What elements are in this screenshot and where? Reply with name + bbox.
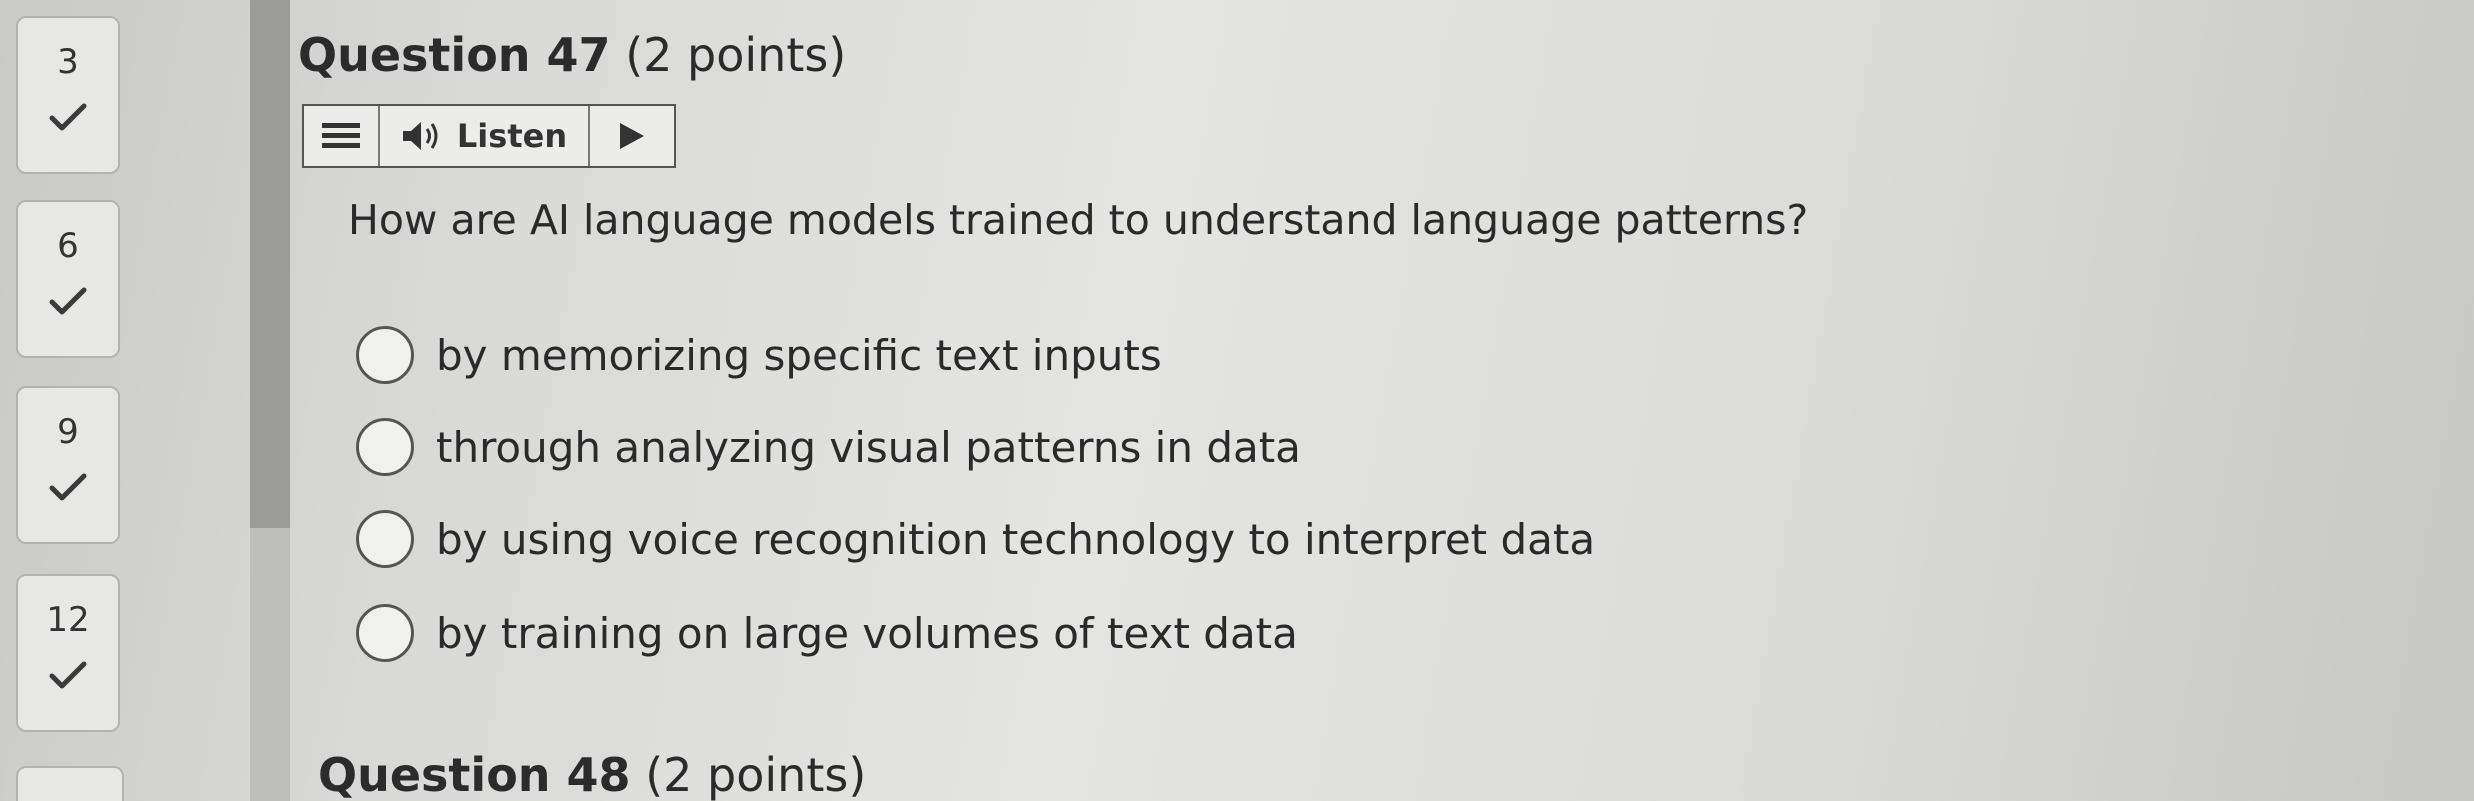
radio-button[interactable] (356, 510, 414, 568)
question-nav-item-9[interactable]: 9 (16, 386, 120, 544)
next-question-title: Question 48 (2 points) (318, 748, 866, 801)
radio-button[interactable] (356, 326, 414, 384)
answer-option-3[interactable]: by using voice recognition technology to… (356, 510, 1595, 568)
question-title: Question 47 (2 points) (298, 28, 846, 82)
listen-toolbar: Listen (302, 104, 676, 168)
scrollbar-track[interactable] (250, 0, 290, 801)
listen-menu-button[interactable] (304, 106, 380, 166)
answer-option-1[interactable]: by memorizing specific text inputs (356, 326, 1162, 384)
answer-option-label: by using voice recognition technology to… (436, 514, 1596, 564)
question-nav-item-12[interactable]: 12 (16, 574, 120, 732)
check-icon (49, 287, 87, 315)
answer-option-4[interactable]: by training on large volumes of text dat… (356, 604, 1298, 662)
question-nav-item-partial[interactable] (16, 766, 124, 801)
radio-button[interactable] (356, 418, 414, 476)
menu-icon (322, 123, 360, 148)
listen-label: Listen (456, 117, 568, 155)
check-icon (49, 473, 87, 501)
question-number: Question 48 (318, 748, 631, 801)
question-nav-number: 6 (57, 226, 79, 266)
answer-option-label: by training on large volumes of text dat… (436, 608, 1298, 658)
answer-option-label: through analyzing visual patterns in dat… (436, 422, 1301, 472)
question-points: (2 points) (645, 748, 867, 801)
speaker-icon (402, 122, 438, 150)
play-icon (620, 123, 644, 149)
radio-button[interactable] (356, 604, 414, 662)
question-nav-item-3[interactable]: 3 (16, 16, 120, 174)
question-number: Question 47 (298, 28, 611, 82)
answer-option-2[interactable]: through analyzing visual patterns in dat… (356, 418, 1301, 476)
listen-button[interactable]: Listen (380, 106, 590, 166)
question-navigator: 3 6 9 12 (10, 0, 122, 801)
question-nav-number: 3 (57, 42, 79, 82)
question-text: How are AI language models trained to un… (348, 196, 1809, 244)
check-icon (49, 661, 87, 689)
check-icon (49, 103, 87, 131)
question-nav-number: 12 (46, 600, 90, 640)
question-nav-number: 9 (57, 412, 79, 452)
question-nav-item-6[interactable]: 6 (16, 200, 120, 358)
question-points: (2 points) (625, 28, 847, 82)
play-button[interactable] (590, 106, 674, 166)
answer-option-label: by memorizing specific text inputs (436, 330, 1162, 380)
scrollbar-thumb[interactable] (250, 0, 290, 528)
